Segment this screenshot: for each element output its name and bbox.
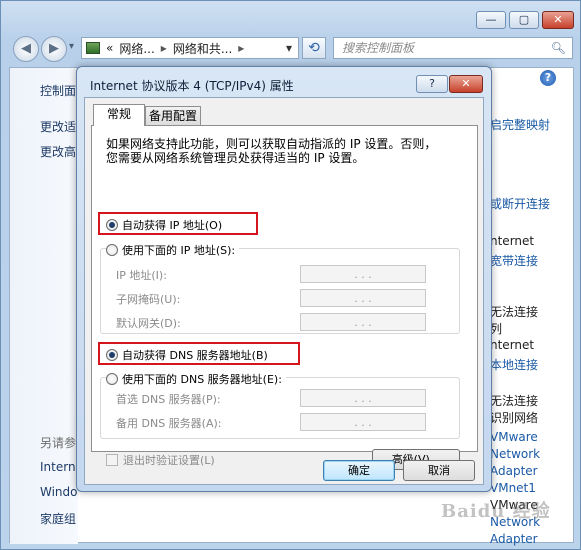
checkbox-unchecked-icon[interactable] <box>106 454 118 466</box>
dns-auto-label: 自动获得 DNS 服务器地址(B) <box>122 349 268 362</box>
left-pane-link-adapter[interactable]: 更改适 <box>40 118 76 135</box>
validate-settings-label: 退出时验证设置(L) <box>123 454 215 467</box>
breadcrumb-network[interactable]: 网络... <box>119 40 154 57</box>
dialog-close-button[interactable]: ✕ <box>449 75 483 93</box>
left-task-pane: 控制面 更改适 更改高 另请参 Intern Windo 家庭组 <box>10 68 78 544</box>
network-folder-icon <box>86 42 100 54</box>
radio-unselected-icon[interactable] <box>106 373 118 385</box>
tab-alternate-config[interactable]: 备用配置 <box>145 106 201 125</box>
search-input[interactable]: 搜索控制面板 🔍︎ <box>333 37 573 59</box>
intro-line-2: 您需要从网络系统管理员处获得适当的 IP 设置。 <box>106 151 365 165</box>
right-pane-text[interactable]: Adapter <box>490 464 538 478</box>
ip-manual-radio[interactable]: 使用下面的 IP 地址(S): <box>106 242 240 258</box>
radio-selected-icon[interactable] <box>106 219 118 231</box>
ip-auto-radio[interactable]: 自动获得 IP 地址(O) <box>106 217 222 233</box>
right-pane-text: 识别网络 <box>490 411 539 425</box>
ipv4-properties-dialog: Internet 协议版本 4 (TCP/IPv4) 属性 ? ✕ 常规 备用配… <box>76 66 492 492</box>
dns-auto-radio[interactable]: 自动获得 DNS 服务器地址(B) <box>106 347 268 363</box>
radio-unselected-icon[interactable] <box>106 244 118 256</box>
breadcrumb-network-sharing[interactable]: 网络和共... <box>173 40 232 57</box>
right-pane-text[interactable]: Network <box>490 447 540 461</box>
right-pane-text: nternet <box>490 338 535 352</box>
dialog-help-button[interactable]: ? <box>416 75 448 93</box>
dialog-title: Internet 协议版本 4 (TCP/IPv4) 属性 <box>90 79 294 93</box>
search-icon[interactable]: 🔍︎ <box>551 38 566 58</box>
alternate-dns-label: 备用 DNS 服务器(A): <box>116 417 222 430</box>
address-dropdown-icon[interactable]: ▾ <box>286 41 292 55</box>
validate-settings-checkbox[interactable]: 退出时验证设置(L) <box>106 452 215 468</box>
intro-text: 如果网络支持此功能，则可以获取自动指派的 IP 设置。否则， 您需要从网络系统管… <box>106 137 436 165</box>
left-pane-link-homegroup[interactable]: 家庭组 <box>40 510 76 527</box>
intro-line-1: 如果网络支持此功能，则可以获取自动指派的 IP 设置。否则， <box>106 137 437 151</box>
left-pane-link-advanced[interactable]: 更改高 <box>40 143 76 160</box>
subnet-mask-label: 子网掩码(U): <box>116 293 181 306</box>
right-pane-text: 无法连接 <box>490 394 539 408</box>
dialog-body: 常规 备用配置 如果网络支持此功能，则可以获取自动指派的 IP 设置。否则， 您… <box>84 97 484 485</box>
dns-manual-label: 使用下面的 DNS 服务器地址(E): <box>122 373 282 386</box>
right-pane-text[interactable]: 启完整映射 <box>490 116 550 133</box>
right-pane-text[interactable]: 本地连接 <box>490 356 538 373</box>
search-placeholder: 搜索控制面板 <box>342 41 415 55</box>
ok-button[interactable]: 确定 <box>323 460 395 481</box>
address-bar[interactable]: « 网络... ▸ 网络和共... ▸ ▾ <box>81 37 299 59</box>
left-pane-link-windows[interactable]: Windo <box>40 485 78 499</box>
help-icon[interactable]: ? <box>540 70 556 86</box>
general-tab-panel: 如果网络支持此功能，则可以获取自动指派的 IP 设置。否则， 您需要从网络系统管… <box>91 125 478 470</box>
preferred-dns-label: 首选 DNS 服务器(P): <box>116 393 221 406</box>
maximize-button[interactable]: ▢ <box>509 11 539 29</box>
right-pane-text[interactable]: VMware <box>490 430 538 444</box>
baidu-watermark: Baidu 经验 <box>441 501 551 522</box>
default-gateway-input[interactable]: . . . <box>300 313 426 331</box>
minimize-button[interactable]: — <box>476 11 506 29</box>
recent-pages-chevron-icon[interactable]: ▾ <box>69 41 74 52</box>
right-pane-text[interactable]: VMnet1 <box>490 481 536 495</box>
right-pane-text[interactable]: 或断开连接 <box>490 195 550 212</box>
refresh-button[interactable]: ⟲ <box>302 37 326 59</box>
breadcrumb-separator-icon[interactable]: ▸ <box>161 41 167 55</box>
left-pane-title: 控制面 <box>40 84 77 98</box>
ip-address-label: IP 地址(I): <box>116 269 167 282</box>
alternate-dns-input[interactable]: . . . <box>300 413 426 431</box>
ip-address-input[interactable]: . . . <box>300 265 426 283</box>
ip-manual-label: 使用下面的 IP 地址(S): <box>122 244 236 257</box>
close-button[interactable]: ✕ <box>542 11 574 29</box>
back-button[interactable]: ◀ <box>13 36 39 62</box>
ip-auto-label: 自动获得 IP 地址(O) <box>122 219 223 232</box>
preferred-dns-input[interactable]: . . . <box>300 389 426 407</box>
left-pane-see-also: 另请参 <box>40 436 77 450</box>
right-pane-text: nternet <box>490 234 535 248</box>
right-pane-text[interactable]: Adapter <box>490 532 538 546</box>
subnet-mask-input[interactable]: . . . <box>300 289 426 307</box>
cancel-button[interactable]: 取消 <box>403 460 475 481</box>
forward-button[interactable]: ▶ <box>41 36 67 62</box>
default-gateway-label: 默认网关(D): <box>116 317 181 330</box>
left-pane-link-internet[interactable]: Intern <box>40 460 76 474</box>
right-pane-text[interactable]: 宽带连接 <box>490 252 538 269</box>
breadcrumb-overflow[interactable]: « <box>106 41 113 55</box>
breadcrumb-separator-icon[interactable]: ▸ <box>238 41 244 55</box>
radio-selected-icon[interactable] <box>106 349 118 361</box>
dns-manual-radio[interactable]: 使用下面的 DNS 服务器地址(E): <box>106 371 286 387</box>
tab-general[interactable]: 常规 <box>93 104 145 126</box>
right-pane-text: 无法连接 <box>490 305 539 319</box>
